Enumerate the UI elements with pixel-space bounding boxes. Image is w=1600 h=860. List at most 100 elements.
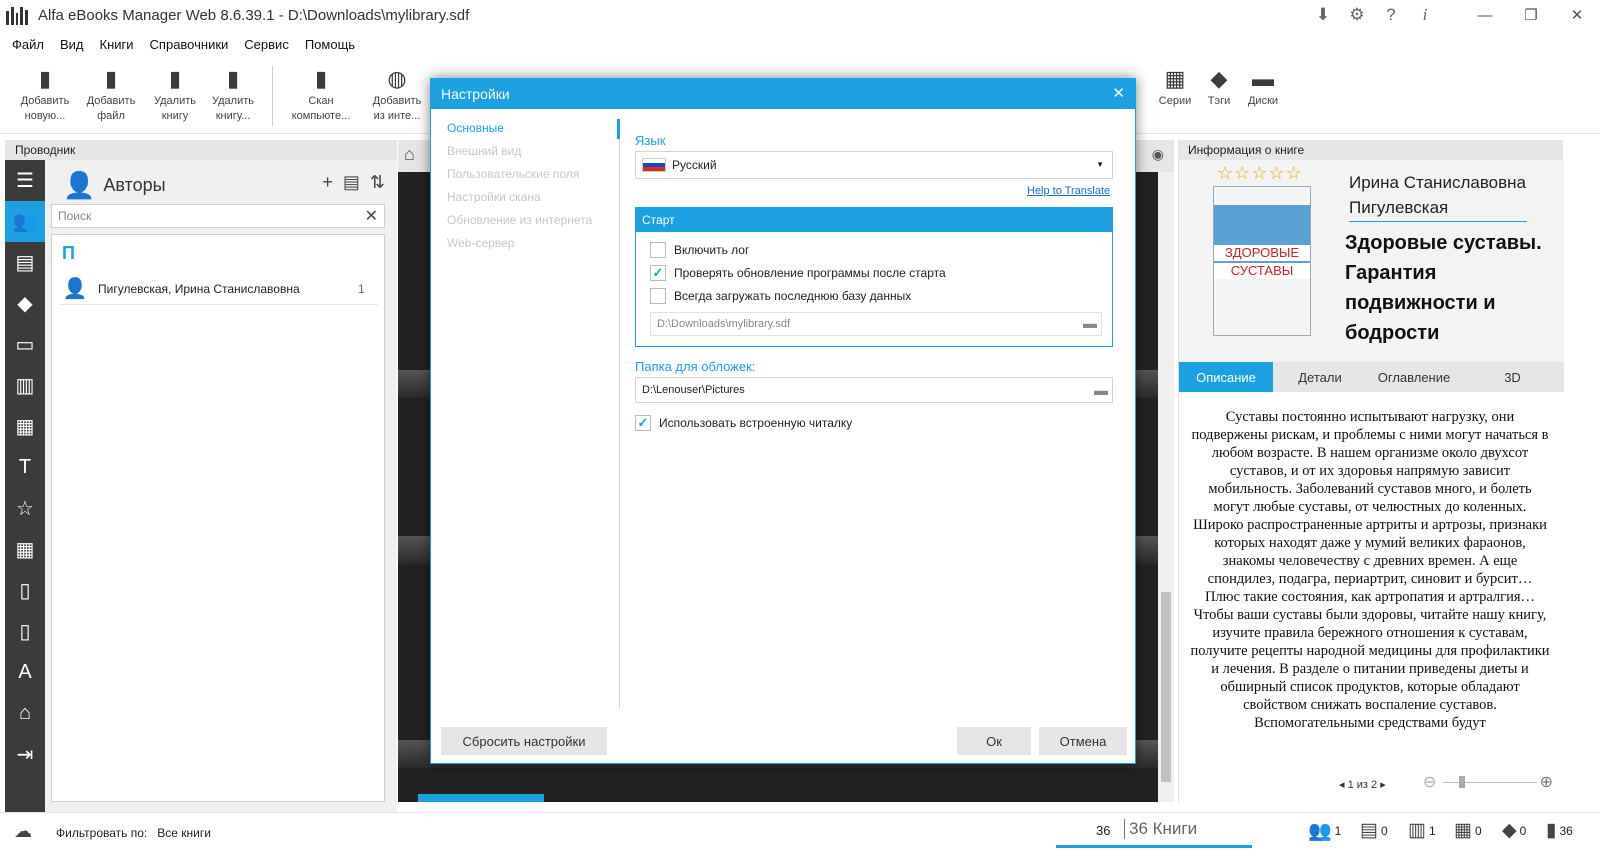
builtin-reader-checkbox[interactable]: ✓ Использовать встроенную читалку (635, 415, 852, 431)
nav-internet-update[interactable]: Обновление из интернета (445, 213, 615, 236)
menu-references[interactable]: Справочники (142, 37, 237, 52)
nav-web-server[interactable]: Web-сервер (445, 236, 615, 259)
checkbox[interactable] (650, 242, 666, 258)
exit-nav-icon[interactable]: ⇥ (5, 734, 45, 775)
menu-bar: Файл Вид Книги Справочники Сервис Помощь (0, 30, 1600, 58)
reset-settings-button[interactable]: Сбросить настройки (441, 727, 607, 755)
tab-3d[interactable]: 3D (1461, 362, 1564, 392)
calendar-nav-icon[interactable]: ▦ (5, 529, 45, 570)
publishers-count[interactable]: ▥ 1 (1408, 819, 1436, 842)
tab-description[interactable]: Описание (1179, 362, 1273, 392)
list-item[interactable]: 👤 Пигулевская, Ирина Станиславовна 1 (60, 273, 378, 305)
close-button[interactable]: ✕ (1554, 6, 1600, 24)
tags-count[interactable]: ◆ 0 (1502, 819, 1526, 842)
eye-icon[interactable]: ◉ (1152, 146, 1164, 163)
zoom-slider[interactable]: ⊖ ⊕ (1423, 772, 1553, 792)
home-icon[interactable]: ⌂ (404, 144, 415, 165)
menu-file[interactable]: Файл (4, 37, 52, 52)
checkbox[interactable] (650, 288, 666, 304)
info-icon[interactable]: i (1408, 5, 1442, 25)
tab-contents[interactable]: Оглавление (1367, 362, 1461, 392)
publisher-nav-icon[interactable]: ▥ (5, 365, 45, 406)
nav-custom-fields[interactable]: Пользовательские поля (445, 167, 615, 190)
add-author-icon[interactable]: + (322, 172, 333, 193)
checkbox-checked[interactable]: ✓ (635, 415, 651, 431)
authors-count[interactable]: 👥 1 (1308, 819, 1341, 843)
help-translate-link[interactable]: Help to Translate (1027, 185, 1110, 197)
menu-help[interactable]: Помощь (297, 37, 363, 52)
delete-author-icon[interactable]: ▤ (343, 172, 360, 193)
cloud-icon[interactable]: ☁ (14, 821, 32, 842)
sort-icon[interactable]: ⇅ (370, 172, 385, 193)
language-nav-icon[interactable]: A (5, 652, 45, 693)
menu-service[interactable]: Сервис (236, 37, 297, 52)
nav-scan-settings[interactable]: Настройки скана (445, 190, 615, 213)
scan-computer-button[interactable]: ▮ Скан компьюте... (290, 64, 352, 124)
minimize-button[interactable]: — (1462, 7, 1508, 24)
menu-books[interactable]: Книги (92, 37, 142, 52)
folder-icon[interactable]: ▬ (1094, 382, 1108, 398)
monitor-nav-icon[interactable]: ▭ (5, 324, 45, 365)
disks-button[interactable]: ▬ Диски (1232, 64, 1294, 109)
gear-icon[interactable]: ⚙ (1340, 5, 1374, 25)
load-last-db-checkbox[interactable]: Всегда загружать последнюю базу данных (650, 288, 911, 304)
zoom-out-icon[interactable]: ⊖ (1423, 772, 1436, 792)
tab-details[interactable]: Детали (1273, 362, 1367, 392)
menu-hamburger-icon[interactable]: ☰ (5, 160, 45, 201)
star-nav-icon[interactable]: ☆ (5, 488, 45, 529)
cover-folder-label: Папка для обложек: (635, 359, 756, 374)
start-group: Старт Включить лог ✓ Проверять обновлени… (635, 207, 1113, 347)
slider-thumb[interactable] (1459, 776, 1465, 788)
chevron-down-icon: ▼ (1096, 160, 1104, 169)
nav-appearance[interactable]: Внешний вид (445, 144, 615, 167)
close-icon[interactable]: ✕ (1112, 84, 1125, 102)
book-summary: ☆☆☆☆☆ ЗДОРОВЫЕ СУСТАВЫ Ирина Станиславов… (1179, 160, 1564, 362)
text-nav-icon[interactable]: T (5, 447, 45, 488)
shelf-nav-icon[interactable]: ⌂ (5, 693, 45, 734)
scrollbar-thumb[interactable] (1161, 592, 1171, 782)
tags-nav-icon[interactable]: ◆ (5, 283, 45, 324)
folder-icon[interactable]: ▬ (1083, 315, 1097, 331)
book-cover[interactable]: ЗДОРОВЫЕ СУСТАВЫ (1213, 186, 1311, 336)
database-path-field[interactable]: D:\Downloads\mylibrary.sdf ▬ (650, 312, 1102, 336)
series-count[interactable]: ▤ 0 (1360, 819, 1388, 842)
series-nav-icon[interactable]: ▤ (5, 242, 45, 283)
delete-book-button[interactable]: ▮ Удалить книгу (144, 64, 206, 124)
cancel-button[interactable]: Отмена (1039, 727, 1127, 755)
check-updates-checkbox[interactable]: ✓ Проверять обновление программы после с… (650, 265, 946, 281)
cover-folder-field[interactable]: D:\Lenouser\Pictures ▬ (635, 377, 1113, 403)
prev-page-icon[interactable]: ◂ (1339, 779, 1345, 791)
page-navigator: ◂ 1 из 2 ▸ (1339, 779, 1386, 791)
files-count[interactable]: ▮ 36 (1546, 819, 1573, 842)
search-input[interactable]: Поиск ✕ (51, 204, 385, 228)
delete-book-file-button[interactable]: ▮ Удалить книгу... (202, 64, 264, 124)
maximize-button[interactable]: ❐ (1508, 6, 1554, 24)
rating-stars[interactable]: ☆☆☆☆☆ (1217, 163, 1303, 184)
authors-nav-icon[interactable]: 👥 (5, 201, 45, 242)
libraries-count[interactable]: ▦ 0 (1454, 819, 1482, 842)
page-nav-icon[interactable]: ▯ (5, 611, 45, 652)
checkbox-checked[interactable]: ✓ (650, 265, 666, 281)
menu-view[interactable]: Вид (52, 37, 92, 52)
language-select[interactable]: Русский ▼ (635, 151, 1113, 179)
clear-search-icon[interactable]: ✕ (365, 206, 378, 226)
add-from-internet-button[interactable]: ◍ Добавить из инте... (366, 64, 428, 124)
add-file-button[interactable]: ▮ Добавить файл (80, 64, 142, 124)
book-info-panel: ☆☆☆☆☆ ЗДОРОВЫЕ СУСТАВЫ Ирина Станиславов… (1178, 160, 1564, 802)
download-icon[interactable]: ⬇ (1306, 5, 1340, 25)
library-nav-icon[interactable]: ▦ (5, 406, 45, 447)
window-title: Alfa eBooks Manager Web 8.6.39.1 - D:\Do… (38, 6, 470, 24)
scrollbar[interactable] (1158, 172, 1174, 802)
add-new-book-button[interactable]: ▮ Добавить новую... (14, 64, 76, 124)
series-icon: ▤ (1360, 820, 1378, 841)
enable-log-checkbox[interactable]: Включить лог (650, 242, 749, 258)
publisher-icon: ▥ (1408, 820, 1426, 841)
settings-dialog: Настройки ✕ Основные Внешний вид Пользов… (430, 78, 1136, 764)
ok-button[interactable]: Ок (957, 727, 1031, 755)
help-icon[interactable]: ? (1374, 5, 1408, 25)
next-page-icon[interactable]: ▸ (1380, 779, 1386, 791)
nav-general[interactable]: Основные (445, 121, 615, 144)
zoom-in-icon[interactable]: ⊕ (1540, 772, 1553, 792)
file-nav-icon[interactable]: ▯ (5, 570, 45, 611)
book-author[interactable]: Ирина Станиславовна Пигулевская (1349, 170, 1527, 222)
